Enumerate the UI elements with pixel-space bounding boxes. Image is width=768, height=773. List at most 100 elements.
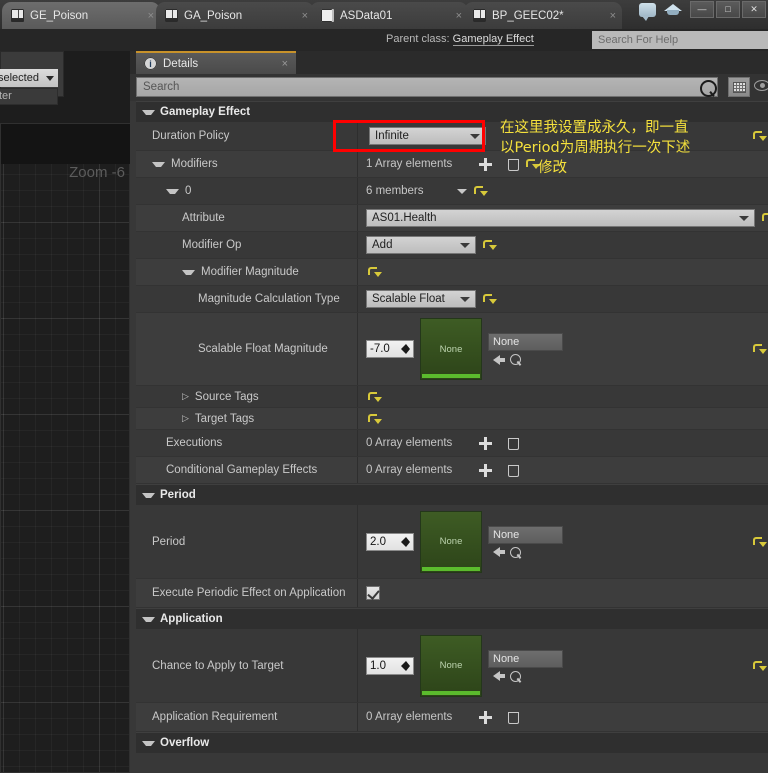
tab-details[interactable]: i Details × bbox=[136, 51, 296, 74]
parent-class-info: Parent class: Gameplay Effect bbox=[386, 33, 534, 46]
chance-value-input[interactable]: 1.0 bbox=[366, 656, 414, 675]
chance-value: 1.0 bbox=[370, 659, 386, 672]
curve-table-thumbnail[interactable]: None bbox=[420, 634, 482, 697]
tab-ga-poison[interactable]: GA_Poison × bbox=[156, 2, 314, 29]
details-tab-close-icon[interactable]: × bbox=[282, 58, 288, 70]
chevron-right-icon[interactable]: ▷ bbox=[182, 392, 189, 401]
browse-asset-icon[interactable] bbox=[510, 354, 521, 365]
scalable-float-value: -7.0 bbox=[370, 343, 390, 355]
section-header-overflow[interactable]: Overflow bbox=[136, 732, 768, 753]
spinner-icon[interactable] bbox=[401, 660, 410, 671]
section-title: Application bbox=[160, 613, 223, 625]
reset-to-default-icon[interactable] bbox=[368, 391, 382, 403]
add-element-icon[interactable] bbox=[479, 710, 493, 724]
reset-to-default-icon[interactable] bbox=[368, 266, 382, 278]
spinner-icon[interactable] bbox=[401, 536, 410, 547]
delete-all-icon[interactable] bbox=[508, 464, 520, 477]
tab-bp-geec02[interactable]: BP_GEEC02* × bbox=[464, 2, 622, 29]
comment-bubble-icon[interactable] bbox=[639, 2, 656, 21]
chevron-right-icon[interactable]: ▷ bbox=[182, 414, 189, 423]
blueprint-cap-icon[interactable] bbox=[664, 2, 682, 17]
browse-asset-icon[interactable] bbox=[510, 546, 521, 558]
row-label: 0 bbox=[136, 178, 357, 204]
parent-class-value[interactable]: Gameplay Effect bbox=[452, 33, 534, 46]
search-icon[interactable] bbox=[700, 80, 717, 97]
graph-filter-input[interactable]: ter bbox=[0, 88, 58, 105]
reset-to-default-icon[interactable] bbox=[368, 413, 382, 425]
minimize-button[interactable]: — bbox=[690, 1, 714, 18]
help-search-input[interactable]: Search For Help bbox=[592, 31, 768, 49]
section-header-period[interactable]: Period bbox=[136, 484, 768, 505]
tab-asdata01[interactable]: ASData01 × bbox=[310, 2, 468, 29]
row-label: Modifier Op bbox=[182, 239, 242, 251]
annotation-text: 在这里我设置成永久，即一直 以Period为周期执行一次下述 修改 bbox=[500, 118, 766, 178]
book-icon bbox=[11, 9, 24, 22]
book-icon bbox=[473, 9, 486, 22]
row-modifier-op: Modifier Op Add bbox=[136, 232, 768, 259]
add-element-icon[interactable] bbox=[479, 157, 493, 171]
chevron-down-icon[interactable] bbox=[182, 269, 195, 275]
reset-to-default-icon[interactable] bbox=[483, 239, 497, 251]
row-target-tags: ▷ Target Tags bbox=[136, 408, 768, 430]
use-selected-asset-icon[interactable] bbox=[493, 671, 505, 681]
period-value-input[interactable]: 2.0 bbox=[366, 532, 414, 551]
search-input[interactable]: Search bbox=[136, 77, 718, 97]
execute-periodic-effect-checkbox[interactable] bbox=[366, 586, 380, 600]
tab-close-icon[interactable]: × bbox=[606, 10, 616, 22]
row-label: Conditional Gameplay Effects bbox=[166, 464, 318, 476]
chevron-down-icon bbox=[460, 296, 470, 302]
annotation-line-2: 以Period为周期执行一次下述 bbox=[500, 140, 691, 156]
row-value: 6 members bbox=[357, 178, 768, 204]
visibility-button[interactable] bbox=[754, 80, 768, 93]
tab-close-icon[interactable]: × bbox=[144, 10, 154, 22]
tab-close-icon[interactable]: × bbox=[452, 10, 462, 22]
graph-canvas-header bbox=[1, 124, 130, 164]
blueprint-graph-panel[interactable]: selected ter Zoom -6 bbox=[0, 51, 130, 773]
magnitude-calculation-type-value: Scalable Float bbox=[372, 293, 445, 305]
array-count: 1 Array elements bbox=[366, 158, 453, 170]
curve-table-thumbnail[interactable]: None bbox=[420, 510, 482, 573]
maximize-button[interactable]: □ bbox=[716, 1, 740, 18]
close-button[interactable]: ✕ bbox=[742, 1, 766, 18]
attribute-dropdown[interactable]: AS01.Health bbox=[366, 209, 755, 227]
section-title: Gameplay Effect bbox=[160, 106, 251, 118]
curve-table-thumbnail[interactable]: None bbox=[420, 318, 482, 380]
chevron-down-icon bbox=[142, 616, 155, 622]
reset-to-default-icon[interactable] bbox=[483, 293, 497, 305]
tab-ge-poison[interactable]: GE_Poison × bbox=[2, 2, 160, 29]
add-element-icon[interactable] bbox=[479, 463, 493, 477]
document-icon bbox=[321, 9, 334, 22]
reset-to-default-icon[interactable] bbox=[753, 343, 767, 355]
reset-to-default-icon[interactable] bbox=[753, 536, 767, 548]
spinner-icon[interactable] bbox=[401, 344, 410, 354]
chevron-down-icon[interactable] bbox=[166, 188, 179, 194]
browse-asset-icon[interactable] bbox=[510, 670, 521, 682]
scalable-float-value-input[interactable]: -7.0 bbox=[366, 340, 414, 358]
section-header-application[interactable]: Application bbox=[136, 608, 768, 629]
delete-all-icon[interactable] bbox=[508, 711, 520, 724]
duration-policy-dropdown[interactable]: Infinite bbox=[369, 127, 486, 145]
grid-view-button[interactable] bbox=[728, 77, 750, 97]
graph-canvas[interactable]: Zoom -6 bbox=[0, 123, 130, 773]
asset-dropdown[interactable]: None bbox=[488, 649, 563, 668]
thumbnail-label: None bbox=[439, 343, 463, 355]
chevron-down-icon[interactable] bbox=[152, 161, 165, 167]
selection-dropdown[interactable]: selected bbox=[0, 69, 58, 87]
chevron-down-icon[interactable] bbox=[456, 188, 467, 194]
asset-dropdown[interactable]: None bbox=[488, 525, 563, 544]
asset-dropdown[interactable]: None bbox=[488, 333, 563, 351]
tab-close-icon[interactable]: × bbox=[298, 10, 308, 22]
asset-action-buttons bbox=[488, 546, 563, 558]
modifier-op-dropdown[interactable]: Add bbox=[366, 236, 476, 254]
reset-to-default-icon[interactable] bbox=[473, 185, 488, 197]
reset-to-default-icon[interactable] bbox=[762, 212, 768, 224]
delete-all-icon[interactable] bbox=[508, 437, 520, 450]
use-selected-asset-icon[interactable] bbox=[493, 547, 505, 557]
magnitude-calculation-type-dropdown[interactable]: Scalable Float bbox=[366, 290, 476, 308]
use-selected-asset-icon[interactable] bbox=[493, 354, 505, 365]
add-element-icon[interactable] bbox=[479, 436, 493, 450]
row-value: 1.0 None None bbox=[357, 629, 768, 702]
row-period: Period 2.0 None None bbox=[136, 505, 768, 579]
member-count: 6 members bbox=[366, 185, 424, 197]
reset-to-default-icon[interactable] bbox=[753, 660, 767, 672]
